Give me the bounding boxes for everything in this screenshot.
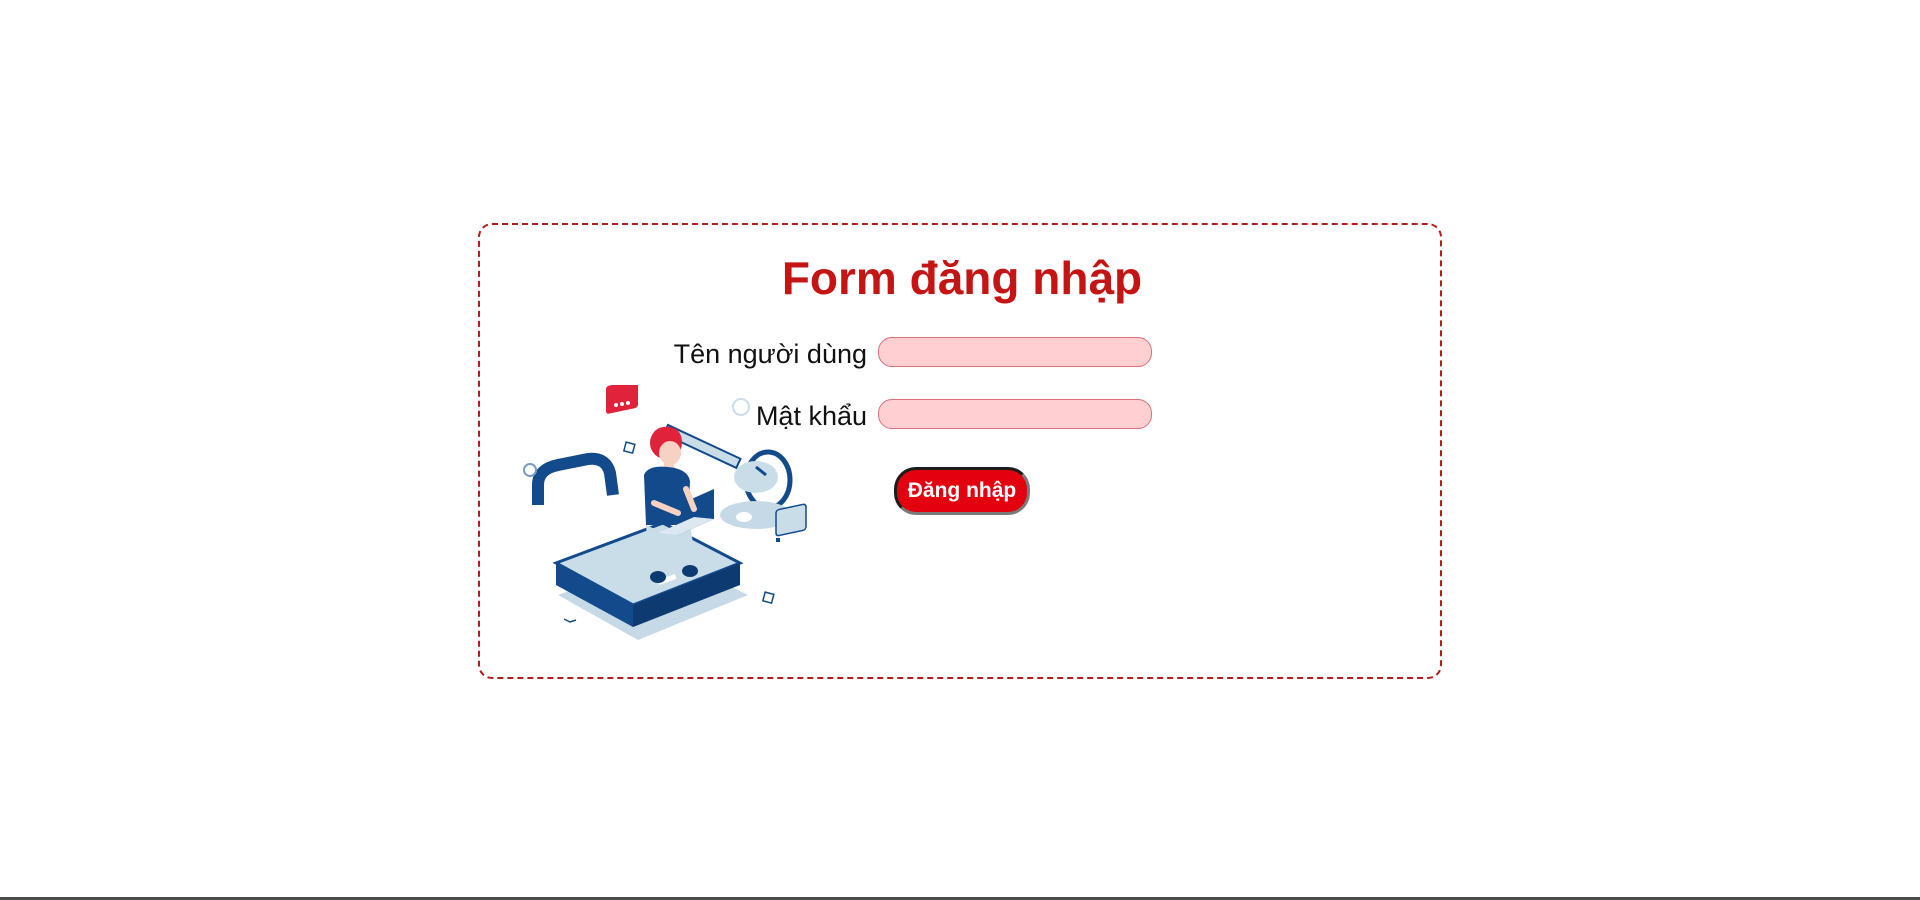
username-input[interactable] [878,337,1152,367]
page: Form đăng nhập Tên người dùng Mật khẩu Đ… [0,0,1920,900]
login-form-container: Form đăng nhập Tên người dùng Mật khẩu Đ… [478,223,1442,679]
password-label: Mật khẩu [755,401,867,431]
login-button[interactable]: Đăng nhập [894,467,1030,515]
password-input[interactable] [878,399,1152,429]
form-title: Form đăng nhập [781,252,1143,304]
password-row: Mật khẩu [480,399,1444,433]
username-label: Tên người dùng [673,339,867,369]
username-row: Tên người dùng [480,337,1444,371]
